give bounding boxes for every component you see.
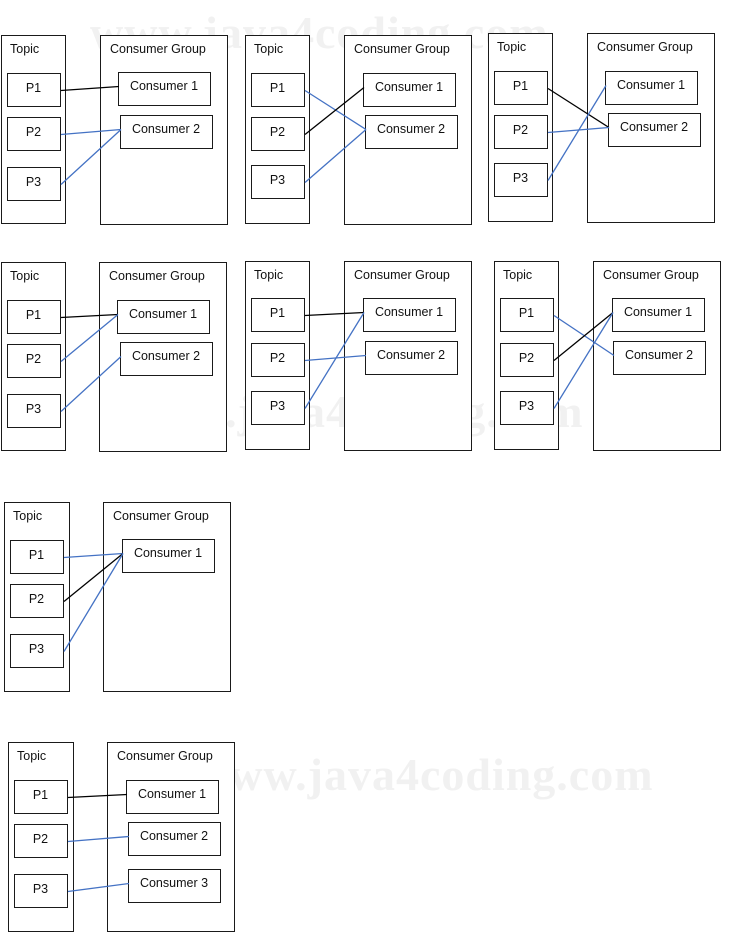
assignment-diagram-7: Topic Consumer Group P1 P2 P3 Consumer 1 (4, 502, 231, 692)
topic-label: Topic (10, 269, 39, 283)
topic-label: Topic (10, 42, 39, 56)
partition-label: P2 (270, 351, 285, 365)
consumer-label: Consumer 1 (375, 80, 443, 94)
assignment-diagram-2: Topic Consumer Group P1 P2 P3 Consumer 1 Consu… (245, 35, 472, 225)
partition-label: P1 (29, 548, 44, 562)
assignment-diagram-4: Topic Consumer Group P1 P2 P3 Consumer 1 Consu… (1, 262, 227, 452)
partition-label: P2 (270, 125, 285, 139)
partition-label: P1 (519, 306, 534, 320)
assignment-diagram-3: Topic Consumer Group P1 P2 P3 Consumer 1 Consu… (488, 33, 715, 223)
consumer-label: Consumer 1 (134, 546, 202, 560)
consumer-label: Consumer 1 (129, 307, 197, 321)
topic-label: Topic (497, 40, 526, 54)
consumer-label: Consumer 2 (377, 122, 445, 136)
consumer-group-label: Consumer Group (354, 42, 450, 56)
partition-label: P3 (519, 399, 534, 413)
partition-label: P3 (270, 173, 285, 187)
consumer-group-box (103, 502, 231, 692)
topic-label: Topic (254, 268, 283, 282)
consumer-label: Consumer 1 (375, 305, 443, 319)
consumer-label: Consumer 3 (140, 876, 208, 890)
consumer-group-label: Consumer Group (117, 749, 213, 763)
consumer-label: Consumer 2 (140, 829, 208, 843)
topic-label: Topic (503, 268, 532, 282)
assignment-diagram-1: Topic Consumer Group P1 P2 P3 Consumer 1 Consu… (1, 35, 228, 225)
consumer-label: Consumer 2 (132, 349, 200, 363)
partition-label: P1 (26, 81, 41, 95)
consumer-label: Consumer 1 (130, 79, 198, 93)
partition-label: P1 (270, 306, 285, 320)
topic-label: Topic (17, 749, 46, 763)
partition-label: P1 (26, 308, 41, 322)
consumer-label: Consumer 2 (377, 348, 445, 362)
assignment-diagram-5: Topic Consumer Group P1 P2 P3 Consumer 1 Consu… (245, 261, 472, 451)
partition-label: P2 (26, 125, 41, 139)
consumer-group-label: Consumer Group (354, 268, 450, 282)
consumer-group-label: Consumer Group (110, 42, 206, 56)
consumer-group-label: Consumer Group (603, 268, 699, 282)
assignment-diagram-8: Topic Consumer Group P1 P2 P3 Consumer 1 Consu… (8, 742, 235, 932)
consumer-label: Consumer 1 (624, 305, 692, 319)
topic-label: Topic (254, 42, 283, 56)
partition-label: P3 (26, 175, 41, 189)
partition-label: P1 (270, 81, 285, 95)
consumer-label: Consumer 1 (138, 787, 206, 801)
partition-label: P2 (29, 592, 44, 606)
consumer-label: Consumer 2 (625, 348, 693, 362)
partition-label: P3 (26, 402, 41, 416)
topic-label: Topic (13, 509, 42, 523)
partition-label: P2 (33, 832, 48, 846)
partition-label: P3 (33, 882, 48, 896)
diagram-canvas: Topic Consumer Group P1 P2 P3 Consumer 1 Consu… (1, 33, 721, 932)
consumer-group-label: Consumer Group (597, 40, 693, 54)
assignment-diagram-6: Topic Consumer Group P1 P2 P3 Consumer 1 Consu… (494, 261, 721, 451)
partition-label: P1 (513, 79, 528, 93)
consumer-label: Consumer 1 (617, 78, 685, 92)
consumer-label: Consumer 2 (132, 122, 200, 136)
partition-label: P2 (513, 123, 528, 137)
partition-label: P2 (26, 352, 41, 366)
partition-label: P2 (519, 351, 534, 365)
partition-label: P3 (270, 399, 285, 413)
partition-label: P3 (513, 171, 528, 185)
consumer-label: Consumer 2 (620, 120, 688, 134)
partition-label: P3 (29, 642, 44, 656)
partition-label: P1 (33, 788, 48, 802)
consumer-group-label: Consumer Group (109, 269, 205, 283)
consumer-group-label: Consumer Group (113, 509, 209, 523)
